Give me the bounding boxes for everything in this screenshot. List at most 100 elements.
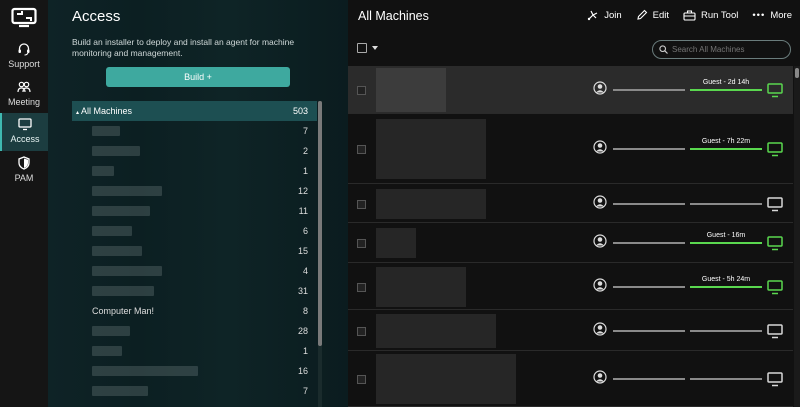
tree-item-group[interactable]: 6	[72, 221, 317, 241]
nav-meeting[interactable]: Meeting	[0, 78, 48, 114]
tree-item-group[interactable]: 1	[72, 341, 317, 361]
machine-row-checkbox[interactable]	[357, 145, 366, 154]
nav-support[interactable]: Support	[0, 40, 48, 76]
tree-scrollbar-thumb[interactable]	[318, 101, 322, 346]
tree-item-count: 12	[297, 186, 308, 196]
access-description: Build an installer to deploy and install…	[72, 37, 295, 58]
tree-item-group[interactable]: 15	[72, 241, 317, 261]
tree-item-group[interactable]: 12	[72, 181, 317, 201]
nav-rail: Support Meeting Access PAM	[0, 0, 48, 407]
redacted-group-name	[92, 346, 122, 356]
headset-icon	[18, 43, 30, 56]
nav-meeting-label: Meeting	[7, 97, 41, 107]
monitor-status-icon[interactable]	[767, 279, 783, 295]
tree-item-label: Computer Man!	[92, 306, 155, 316]
machine-row[interactable]: Guest - 16m	[348, 223, 793, 263]
tree-item-group[interactable]: 28	[72, 321, 317, 341]
machine-row[interactable]	[348, 351, 793, 407]
redacted-group-name	[92, 326, 130, 336]
monitor-status-icon[interactable]	[767, 83, 783, 98]
redacted-group-name	[92, 126, 120, 136]
build-button[interactable]: Build +	[106, 67, 290, 87]
monitor-status-icon[interactable]	[767, 196, 783, 212]
nav-access-label: Access	[10, 134, 40, 144]
machine-list-scrollbar-thumb[interactable]	[795, 68, 799, 78]
machine-row-checkbox[interactable]	[357, 326, 366, 336]
machine-row[interactable]	[348, 184, 793, 223]
nav-access[interactable]: Access	[0, 113, 48, 151]
join-icon	[588, 10, 598, 21]
tree-item-count: 7	[302, 126, 308, 136]
host-status-bar	[613, 378, 685, 380]
machine-row[interactable]	[348, 310, 793, 351]
tree-item-group[interactable]: 7	[72, 381, 317, 401]
tree-item-all-machines[interactable]: ▴ All Machines 503	[72, 101, 317, 121]
edit-button[interactable]: Edit	[636, 9, 669, 21]
app-logo[interactable]	[11, 6, 37, 30]
tree-item-group[interactable]: Computer Man! 8	[72, 301, 317, 321]
tree-item-count: 503	[292, 106, 308, 116]
tree-item-count: 1	[302, 346, 308, 356]
tree-item-group[interactable]: 1	[72, 161, 317, 181]
machine-row[interactable]: Guest - 2d 14h	[348, 66, 793, 114]
tree-item-count: 7	[302, 386, 308, 396]
guest-status-bar	[690, 202, 762, 205]
redacted-machine-name	[376, 68, 446, 112]
tree-item-group[interactable]: 2	[72, 141, 317, 161]
monitor-status-icon[interactable]	[767, 236, 783, 251]
machine-row-checkbox[interactable]	[357, 86, 366, 95]
guest-user-icon	[593, 81, 607, 95]
monitor-status-icon[interactable]	[767, 372, 783, 387]
search-icon	[659, 45, 668, 54]
more-button[interactable]: ••• More	[752, 10, 792, 21]
redacted-machine-name	[376, 354, 516, 404]
search-input[interactable]	[672, 45, 787, 54]
nav-pam[interactable]: PAM	[0, 154, 48, 190]
guest-session-label: Guest - 2d 14h	[702, 79, 750, 86]
machines-title: All Machines	[358, 9, 429, 23]
redacted-group-name	[92, 146, 140, 156]
run-tool-button[interactable]: Run Tool	[683, 9, 738, 21]
select-all-checkbox[interactable]	[357, 43, 367, 53]
machine-row-checkbox[interactable]	[357, 239, 366, 248]
guest-user-icon	[593, 370, 607, 384]
guest-status-bar	[690, 148, 762, 150]
monitor-status-icon[interactable]	[767, 142, 783, 157]
tree-item-group[interactable]: 4	[72, 261, 317, 281]
machine-row-checkbox[interactable]	[357, 375, 366, 384]
guest-user-icon	[593, 140, 607, 154]
redacted-group-name	[92, 246, 142, 256]
machine-row-checkbox[interactable]	[357, 199, 366, 209]
redacted-machine-name	[376, 228, 416, 258]
tree-item-count: 2	[302, 146, 308, 156]
guest-status-bar	[690, 89, 762, 91]
redacted-machine-name	[376, 188, 486, 219]
redacted-group-name	[92, 186, 162, 196]
more-dots-icon: •••	[752, 9, 766, 21]
search-box[interactable]	[652, 40, 791, 59]
machine-row[interactable]: Guest - 7h 22m	[348, 114, 793, 184]
guest-user-icon	[593, 321, 607, 336]
tree-item-group[interactable]: 31	[72, 281, 317, 301]
guest-status-bar	[690, 329, 762, 332]
redacted-group-name	[92, 166, 114, 176]
machine-group-tree: ▴ All Machines 503 7 2 1 12 11 6 15 4 31 Computer…	[72, 101, 317, 401]
tree-item-group[interactable]: 7	[72, 121, 317, 141]
redacted-machine-name	[376, 313, 496, 348]
join-button[interactable]: Join	[587, 9, 622, 21]
access-panel: Access Build an installer to deploy and …	[48, 0, 348, 407]
people-icon	[17, 81, 31, 93]
monitor-status-icon[interactable]	[767, 323, 783, 339]
caret-up-icon: ▴	[76, 110, 80, 116]
machine-list-scrollbar[interactable]	[794, 66, 800, 407]
tree-item-count: 4	[302, 266, 308, 276]
tree-item-group[interactable]: 11	[72, 201, 317, 221]
machine-row-checkbox[interactable]	[357, 282, 366, 292]
machine-row[interactable]: Guest - 5h 24m	[348, 263, 793, 310]
host-status-bar	[613, 202, 685, 205]
chevron-down-icon[interactable]	[372, 46, 378, 50]
tree-item-group[interactable]: 16	[72, 361, 317, 381]
guest-user-icon	[593, 277, 607, 292]
shield-icon	[18, 156, 30, 170]
host-status-bar	[613, 242, 685, 244]
